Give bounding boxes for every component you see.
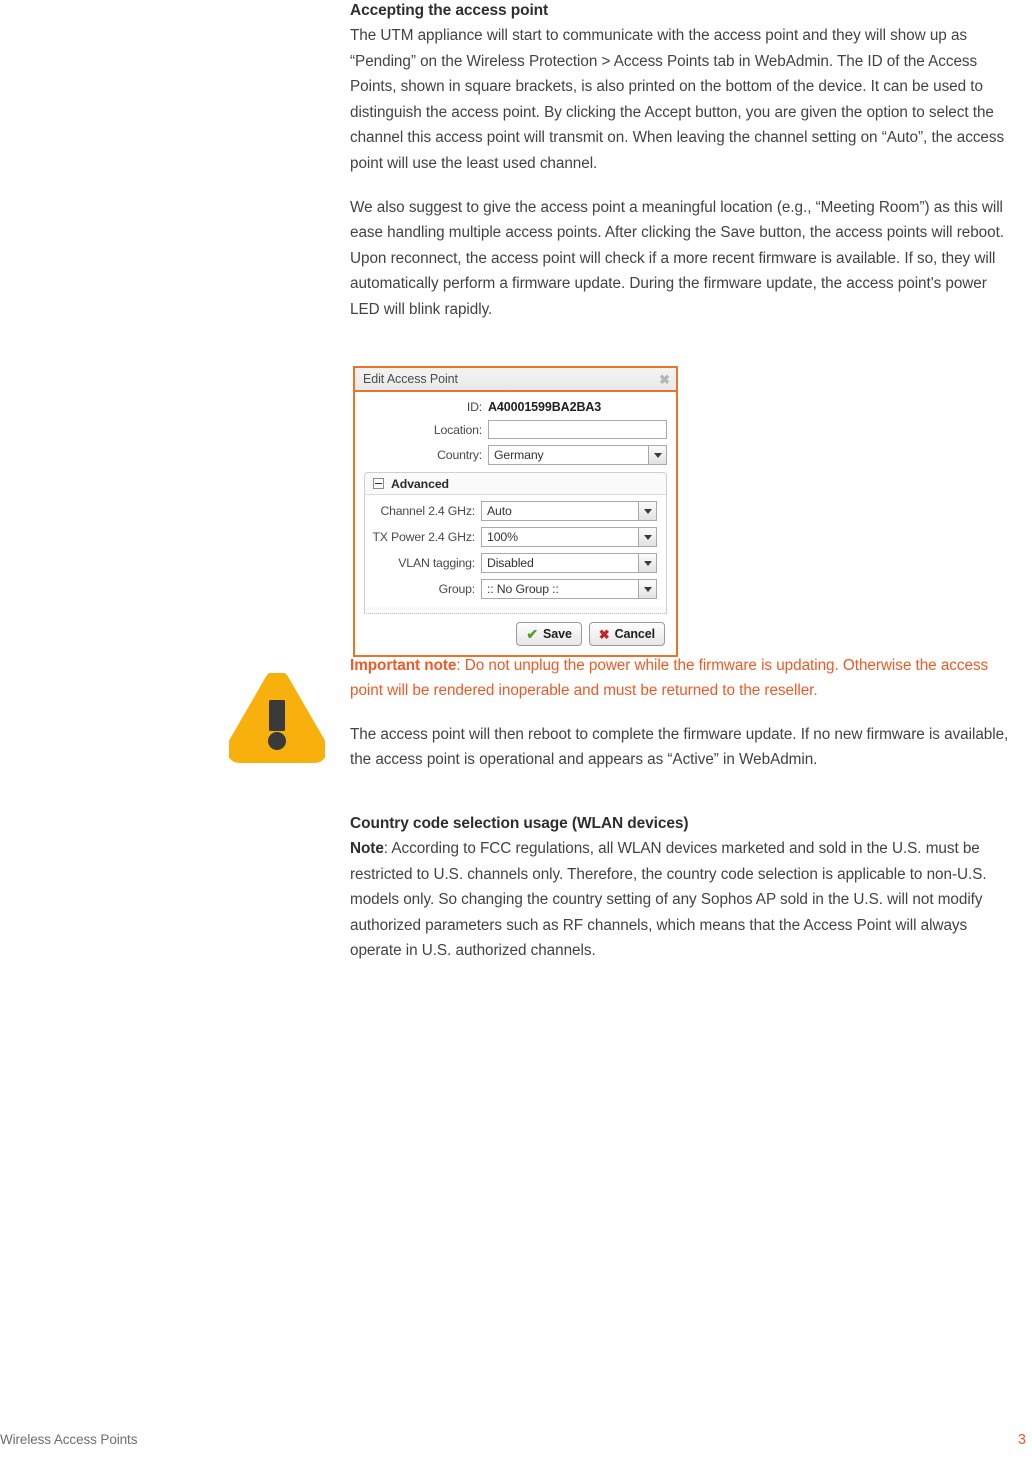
country-select[interactable]: Germany — [488, 445, 667, 465]
dialog-titlebar: Edit Access Point ✖ — [355, 368, 676, 392]
tx-power-select[interactable]: 100% — [481, 527, 657, 547]
important-note: Important note: Do not unplug the power … — [350, 653, 1018, 704]
advanced-title: Advanced — [391, 476, 449, 491]
country-note-text: According to FCC regulations, all WLAN d… — [350, 839, 987, 960]
id-label: ID: — [466, 400, 482, 414]
field-row-vlan-tagging: VLAN tagging: Disabled — [365, 553, 666, 573]
tx-power-label: TX Power 2.4 GHz: — [372, 530, 475, 544]
group-select[interactable]: :: No Group :: — [481, 579, 657, 599]
advanced-rows: Channel 2.4 GHz: Auto TX Power 2.4 GHz: … — [365, 495, 666, 607]
dialog-body: ID: A40001599BA2BA3 Location: Country: G… — [355, 392, 676, 655]
cancel-button-label: Cancel — [614, 627, 656, 641]
page-footer: Wireless Access Points 3 — [0, 1432, 1032, 1452]
location-label: Location: — [433, 422, 482, 437]
chevron-down-icon — [638, 528, 656, 546]
minus-box-icon[interactable] — [373, 478, 384, 489]
chevron-down-icon — [648, 446, 666, 464]
paragraph-reboot-complete: The access point will then reboot to com… — [350, 725, 1009, 769]
country-note-label: Note — [350, 839, 384, 857]
channel-select-value: Auto — [487, 504, 512, 518]
group-label: Group: — [438, 582, 476, 596]
document-page: Accepting the access point The UTM appli… — [0, 0, 1032, 1464]
field-row-location: Location: — [364, 420, 667, 439]
country-code-heading: Country code selection usage (WLAN devic… — [350, 814, 689, 832]
channel-label: Channel 2.4 GHz: — [380, 504, 475, 518]
paragraph-location-suggestion: We also suggest to give the access point… — [350, 198, 1004, 318]
field-row-id: ID: A40001599BA2BA3 — [364, 400, 667, 414]
group-select-value: :: No Group :: — [487, 582, 559, 596]
dialog-footer: ✔ Save ✖ Cancel — [364, 614, 667, 648]
footer-page-number: 3 — [1017, 1432, 1026, 1448]
country-select-value: Germany — [494, 448, 544, 462]
field-row-group: Group: :: No Group :: — [365, 579, 666, 599]
save-button[interactable]: ✔ Save — [516, 622, 582, 646]
footer-section-name: Wireless Access Points — [0, 1432, 138, 1447]
tx-power-select-value: 100% — [487, 530, 518, 544]
vlan-tagging-select-value: Disabled — [487, 556, 534, 570]
chevron-down-icon — [638, 502, 656, 520]
vlan-tagging-select[interactable]: Disabled — [481, 553, 657, 573]
x-icon: ✖ — [598, 626, 610, 642]
check-icon: ✔ — [526, 626, 538, 642]
paragraph-accepting-ap: The UTM appliance will start to communic… — [350, 27, 1005, 172]
important-note-label: Important note — [350, 656, 457, 674]
advanced-header[interactable]: Advanced — [365, 473, 666, 495]
location-input[interactable] — [488, 420, 667, 439]
chevron-down-icon — [638, 580, 656, 598]
cancel-button[interactable]: ✖ Cancel — [588, 622, 665, 646]
important-note-separator: : — [456, 656, 465, 674]
country-code-note: Note: According to FCC regulations, all … — [350, 836, 1018, 964]
country-label: Country: — [437, 448, 482, 462]
chevron-down-icon — [638, 554, 656, 572]
id-value: A40001599BA2BA3 — [488, 400, 602, 414]
save-button-label: Save — [543, 627, 572, 641]
field-row-country: Country: Germany — [364, 445, 667, 465]
page-title: Accepting the access point — [350, 2, 549, 19]
advanced-section: Advanced Channel 2.4 GHz: Auto TX Power … — [364, 472, 667, 614]
vlan-tagging-label: VLAN tagging: — [398, 556, 475, 570]
dialog-title: Edit Access Point — [363, 372, 458, 386]
field-row-channel: Channel 2.4 GHz: Auto — [365, 501, 666, 521]
close-icon[interactable]: ✖ — [659, 373, 670, 386]
warning-triangle-icon — [229, 673, 325, 763]
field-row-tx-power: TX Power 2.4 GHz: 100% — [365, 527, 666, 547]
edit-access-point-dialog: Edit Access Point ✖ ID: A40001599BA2BA3 … — [353, 366, 678, 657]
channel-select[interactable]: Auto — [481, 501, 657, 521]
